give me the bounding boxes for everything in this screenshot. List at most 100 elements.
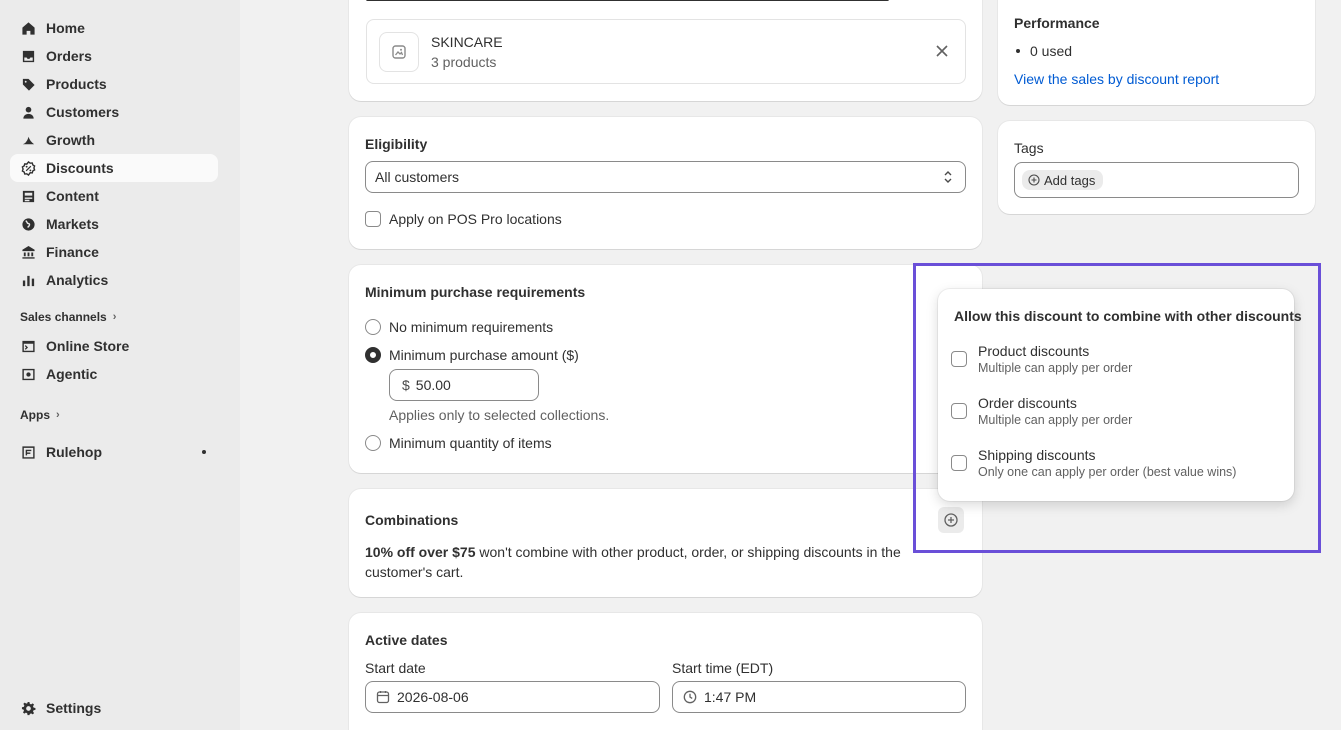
nav-rulehop[interactable]: Rulehop [10, 438, 218, 466]
amount-help-text: Applies only to selected collections. [389, 407, 610, 423]
nav-growth[interactable]: Growth [10, 126, 218, 154]
nav-products[interactable]: Products [10, 70, 218, 98]
product-discounts-label: Product discounts [978, 343, 1090, 359]
start-date-label: Start date [365, 660, 426, 676]
product-discounts-checkbox[interactable] [951, 351, 967, 367]
currency-prefix: $ [402, 377, 410, 393]
performance-card: Performance 0 used View the sales by dis… [998, 0, 1315, 105]
minimum-amount-input[interactable]: $ 50.00 [389, 369, 539, 401]
no-minimum-radio[interactable] [365, 319, 381, 335]
rulehop-icon [20, 444, 36, 460]
nav-agentic[interactable]: Agentic [10, 360, 218, 388]
order-discounts-sub: Multiple can apply per order [978, 413, 1133, 427]
nav-label: Analytics [46, 272, 109, 288]
minimum-quantity-radio[interactable] [365, 435, 381, 451]
store-icon [20, 338, 36, 354]
nav-finance[interactable]: Finance [10, 238, 218, 266]
nav-label: Customers [46, 104, 120, 120]
nav-label: Online Store [46, 338, 130, 354]
tags-card: Tags [998, 121, 1315, 214]
performance-title: Performance [1014, 15, 1100, 31]
nav-customers[interactable]: Customers [10, 98, 218, 126]
amount-value: 50.00 [415, 377, 451, 393]
applies-to-card: SKINCARE 3 products [349, 0, 982, 101]
nav-label: Orders [46, 48, 92, 64]
nav-label: Discounts [46, 160, 114, 176]
sidebar: Home Orders Products Customers Growth Di… [0, 0, 240, 730]
collection-item: SKINCARE 3 products [366, 19, 966, 84]
minimum-requirements-title: Minimum purchase requirements [365, 284, 586, 300]
minimum-quantity-label: Minimum quantity of items [389, 435, 552, 451]
nav-markets[interactable]: Markets [10, 210, 218, 238]
nav-label: Products [46, 76, 107, 92]
nav-label: Growth [46, 132, 95, 148]
combinations-summary-rest: won't combine with other product, order,… [475, 544, 901, 560]
active-dates-card: Active dates Start date 2026-08-06 Start… [349, 613, 982, 730]
orders-icon [20, 48, 36, 64]
start-date-input[interactable]: 2026-08-06 [365, 681, 660, 713]
nav-label: Content [46, 188, 99, 204]
shipping-discounts-checkbox[interactable] [951, 455, 967, 471]
globe-icon [20, 216, 36, 232]
nav-orders[interactable]: Orders [10, 42, 218, 70]
pos-pro-label: Apply on POS Pro locations [389, 211, 562, 227]
bar-chart-icon [20, 272, 36, 288]
add-tags-label: Add tags [1044, 172, 1096, 188]
add-tags-button[interactable]: Add tags [1022, 170, 1104, 190]
nav-label: Home [46, 20, 85, 36]
combinations-popover: Allow this discount to combine with othe… [938, 289, 1302, 501]
agentic-icon [20, 366, 36, 382]
no-minimum-label: No minimum requirements [389, 319, 554, 335]
eligibility-title: Eligibility [365, 136, 428, 152]
eligibility-card: Eligibility All customers Apply on POS P… [349, 117, 982, 249]
combinations-summary-line2: customer's cart. [365, 564, 464, 580]
pin-dot-icon[interactable] [202, 450, 206, 454]
discount-icon [20, 160, 36, 176]
start-time-input[interactable]: 1:47 PM [672, 681, 966, 713]
nav-label: Markets [46, 216, 99, 232]
nav-label: Settings [46, 700, 102, 716]
bullet [1016, 49, 1020, 53]
nav-label: Rulehop [46, 444, 102, 460]
eligibility-select-value: All customers [375, 169, 460, 185]
sales-channels-header[interactable]: Sales channels › [20, 310, 116, 324]
apps-label: Apps [20, 408, 50, 422]
eligibility-select[interactable]: All customers [365, 161, 966, 193]
used-count: 0 used [1030, 43, 1073, 59]
sales-channels-label: Sales channels [20, 310, 107, 324]
chevron-right-icon: › [56, 409, 60, 421]
select-arrows-icon [944, 171, 952, 183]
start-time-label: Start time (EDT) [672, 660, 774, 676]
discount-name: 10% off over $75 [365, 544, 476, 560]
active-dates-title: Active dates [365, 632, 448, 648]
collection-count: 3 products [431, 54, 497, 70]
order-discounts-label: Order discounts [978, 395, 1077, 411]
nav-label: Agentic [46, 366, 98, 382]
home-icon [20, 20, 36, 36]
person-icon [20, 104, 36, 120]
popover-title: Allow this discount to combine with othe… [954, 308, 1302, 324]
start-date-value: 2026-08-06 [397, 689, 469, 705]
nav-settings[interactable]: Settings [10, 694, 218, 722]
order-discounts-checkbox[interactable] [951, 403, 967, 419]
sales-report-link[interactable]: View the sales by discount report [1014, 71, 1219, 87]
nav-discounts[interactable]: Discounts [10, 154, 218, 182]
plus-circle-icon [1028, 174, 1040, 186]
nav-home[interactable]: Home [10, 14, 218, 42]
product-discounts-sub: Multiple can apply per order [978, 361, 1133, 375]
search-field-edge [366, 0, 889, 1]
apps-header[interactable]: Apps › [20, 408, 60, 422]
close-icon[interactable] [935, 44, 949, 58]
minimum-amount-radio[interactable] [365, 347, 381, 363]
pos-pro-checkbox[interactable] [365, 211, 381, 227]
calendar-icon [376, 691, 390, 704]
nav-label: Finance [46, 244, 99, 260]
minimum-requirements-card: Minimum purchase requirements No minimum… [349, 265, 982, 473]
nav-analytics[interactable]: Analytics [10, 266, 218, 294]
clock-icon [683, 690, 697, 704]
nav-content[interactable]: Content [10, 182, 218, 210]
image-placeholder-icon [379, 32, 419, 72]
growth-icon [20, 132, 36, 148]
bank-icon [20, 244, 36, 260]
nav-online-store[interactable]: Online Store [10, 332, 218, 360]
